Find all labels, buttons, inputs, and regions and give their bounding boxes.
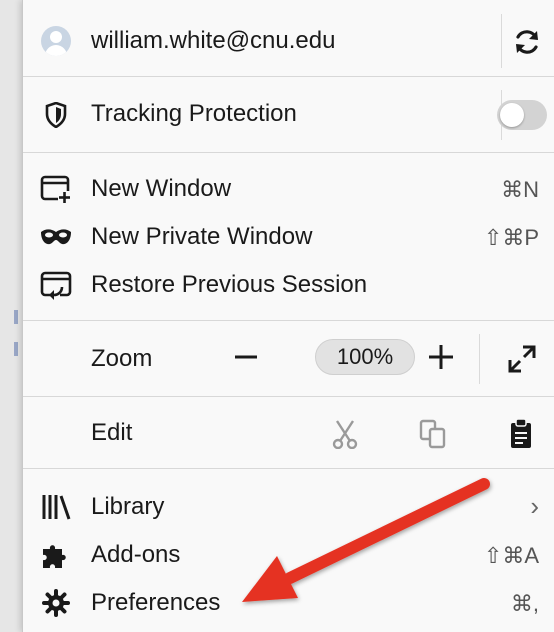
menu-item-preferences[interactable]: Preferences ⌘, <box>23 580 554 626</box>
menu-item-shortcut: ⌘, <box>510 591 539 616</box>
chevron-right-icon: › <box>530 491 539 521</box>
menu-item-add-ons[interactable]: Add-ons ⇧⌘A <box>23 532 554 578</box>
separator <box>23 76 554 77</box>
new-window-icon <box>39 172 73 206</box>
restore-session-icon <box>39 268 73 302</box>
separator <box>23 320 554 321</box>
menu-item-shortcut: ⌘N <box>501 177 539 202</box>
zoom-reset-button[interactable]: 100% <box>315 339 415 375</box>
menu-item-label: Restore Previous Session <box>91 271 368 298</box>
menu-item-label: Preferences <box>91 589 221 616</box>
sync-button[interactable] <box>505 20 549 64</box>
menu-item-shortcut: ⇧⌘A <box>483 543 539 568</box>
account-email: william.white@cnu.edu <box>91 27 336 54</box>
zoom-in-button[interactable] <box>426 342 456 372</box>
tracking-protection-row[interactable]: Tracking Protection <box>23 90 493 140</box>
separator <box>23 152 554 153</box>
avatar-icon <box>39 24 73 58</box>
tracking-protection-label: Tracking Protection <box>91 100 297 127</box>
library-icon <box>39 490 73 524</box>
menu-item-label: New Window <box>91 175 232 202</box>
tracking-protection-toggle[interactable] <box>497 100 547 130</box>
edge-mark <box>14 342 18 356</box>
private-mask-icon <box>39 220 73 254</box>
sync-icon <box>516 30 538 54</box>
menu-item-label: New Private Window <box>91 223 313 250</box>
clipboard-icon <box>511 418 531 448</box>
app-menu-panel: william.white@cnu.edu Tracking Protectio… <box>22 0 554 632</box>
paste-button[interactable] <box>501 414 541 454</box>
toggle-knob <box>500 103 524 127</box>
account-row[interactable]: william.white@cnu.edu <box>23 14 493 68</box>
gear-icon <box>39 586 73 620</box>
minus-icon <box>235 355 257 359</box>
scissors-icon <box>332 420 358 449</box>
edit-label: Edit <box>91 419 133 446</box>
edge-mark <box>14 310 18 324</box>
zoom-out-button[interactable] <box>231 342 261 372</box>
menu-item-restore-session[interactable]: Restore Previous Session <box>23 262 554 308</box>
menu-item-new-private-window[interactable]: New Private Window ⇧⌘P <box>23 214 554 260</box>
puzzle-icon <box>39 538 73 572</box>
menu-item-library[interactable]: Library › <box>23 484 554 530</box>
zoom-label: Zoom <box>91 345 153 372</box>
separator <box>23 396 554 397</box>
separator <box>23 468 554 469</box>
fullscreen-icon <box>508 345 536 373</box>
fullscreen-button[interactable] <box>505 342 539 376</box>
cut-button[interactable] <box>325 414 365 454</box>
shield-icon <box>39 98 73 132</box>
zoom-value: 100% <box>336 344 394 369</box>
divider <box>479 334 480 384</box>
menu-item-new-window[interactable]: New Window ⌘N <box>23 166 554 212</box>
menu-item-label: Library <box>91 493 165 520</box>
copy-button[interactable] <box>413 414 453 454</box>
divider <box>501 14 502 68</box>
plus-icon <box>429 345 453 369</box>
menu-item-label: Add-ons <box>91 541 181 568</box>
menu-item-shortcut: ⇧⌘P <box>483 225 539 250</box>
copy-icon <box>419 419 446 449</box>
